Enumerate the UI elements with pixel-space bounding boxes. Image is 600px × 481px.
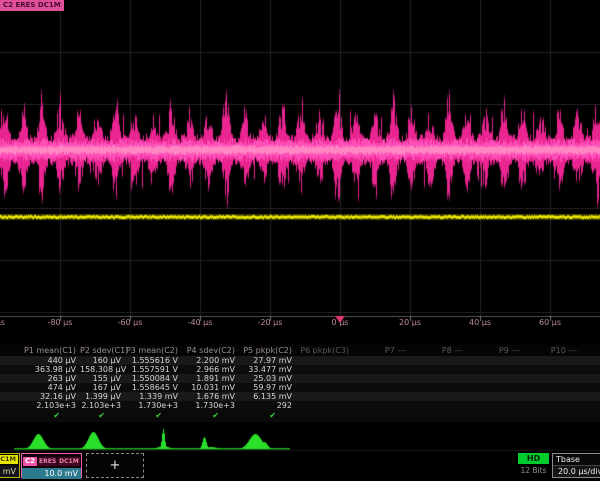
param-value-cell: 1.558645 V bbox=[125, 383, 182, 392]
hd-mode-badge[interactable]: HD bbox=[518, 453, 549, 464]
time-tick-label: -100 µs bbox=[0, 318, 5, 327]
table-row: 363.98 µV158.308 µV1.557591 V2.966 mV33.… bbox=[0, 365, 600, 374]
table-row: 440 µV160 µV1.555616 V2.200 mV27.97 mV bbox=[0, 356, 600, 365]
param-value-cell: 155 µV bbox=[80, 374, 125, 383]
time-tick-label: -60 µs bbox=[118, 318, 143, 327]
time-tick-label: -40 µs bbox=[188, 318, 213, 327]
timebase-descriptor[interactable]: Tbase 20.0 µs/div bbox=[552, 453, 600, 478]
channel-c1-descriptor[interactable]: DC1M 10.0 mV bbox=[0, 453, 20, 478]
param-value-cell: 2.103e+3 bbox=[0, 401, 80, 410]
param-header[interactable]: P9 --- bbox=[467, 345, 524, 356]
param-value-cell: 440 µV bbox=[0, 356, 80, 365]
param-value-cell: 59.97 mV bbox=[239, 383, 296, 392]
time-tick-label: 20 µs bbox=[399, 318, 421, 327]
param-value-cell: 33.477 mV bbox=[239, 365, 296, 374]
param-value-cell: 474 µV bbox=[0, 383, 80, 392]
param-value-cell: 1.550084 V bbox=[125, 374, 182, 383]
table-row: P1 mean(C1)P2 sdev(C1)P3 mean(C2)P4 sdev… bbox=[0, 345, 600, 356]
param-value-cell: 1.676 mV bbox=[182, 392, 239, 401]
table-row: 2.103e+32.103e+31.730e+31.730e+3292 bbox=[0, 401, 600, 410]
param-header[interactable]: P8 --- bbox=[410, 345, 467, 356]
table-row: 474 µV167 µV1.558645 V10.031 mV59.97 mV bbox=[0, 383, 600, 392]
param-value-cell: 32.16 µV bbox=[0, 392, 80, 401]
time-tick-label: 40 µs bbox=[469, 318, 491, 327]
param-header[interactable]: P10 --- bbox=[524, 345, 581, 356]
hd-bits-label: 12 Bits bbox=[518, 466, 549, 475]
c2-coupling-badge: DC1M bbox=[58, 457, 80, 466]
c1-scale-value: 10.0 mV bbox=[0, 466, 19, 477]
timebase-label: Tbase bbox=[553, 454, 600, 466]
param-value-cell: 27.97 mV bbox=[239, 356, 296, 365]
param-value-cell: 25.03 mV bbox=[239, 374, 296, 383]
param-value-cell: 10.031 mV bbox=[182, 383, 239, 392]
param-header[interactable]: P5 pkpk(C2) bbox=[239, 345, 296, 356]
param-value-cell: 1.399 µV bbox=[80, 392, 125, 401]
param-value-cell: 2.103e+3 bbox=[80, 401, 125, 410]
param-value-cell: 158.308 µV bbox=[80, 365, 125, 374]
timebase-value: 20.0 µs/div bbox=[553, 466, 600, 477]
param-header[interactable]: P1 mean(C1) bbox=[0, 345, 80, 356]
param-value-cell: 292 bbox=[239, 401, 296, 410]
c2-coupling-row: C2 ERES DC1M bbox=[22, 454, 81, 468]
param-value-cell: 263 µV bbox=[0, 374, 80, 383]
param-value-cell: 363.98 µV bbox=[0, 365, 80, 374]
param-value-cell: 1.730e+3 bbox=[182, 401, 239, 410]
param-status-check: ✔ bbox=[80, 410, 125, 422]
param-header[interactable]: P3 mean(C2) bbox=[125, 345, 182, 356]
param-value-cell: 167 µV bbox=[80, 383, 125, 392]
param-header[interactable]: P11 bbox=[581, 345, 600, 356]
table-row: 32.16 µV1.399 µV1.339 mV1.676 mV6.135 mV bbox=[0, 392, 600, 401]
table-row: 263 µV155 µV1.550084 V1.891 mV25.03 mV bbox=[0, 374, 600, 383]
param-status-check: ✔ bbox=[125, 410, 182, 422]
param-header[interactable]: P6 pkpk(C3) bbox=[296, 345, 353, 356]
time-tick-label: -20 µs bbox=[258, 318, 283, 327]
param-value-cell: 160 µV bbox=[80, 356, 125, 365]
param-value-cell: 1.730e+3 bbox=[125, 401, 182, 410]
channel-c2-descriptor[interactable]: C2 ERES DC1M 10.0 mV bbox=[21, 453, 82, 478]
param-value-cell: 1.891 mV bbox=[182, 374, 239, 383]
time-tick-label: 60 µs bbox=[539, 318, 561, 327]
param-value-cell: 1.557591 V bbox=[125, 365, 182, 374]
param-header[interactable]: P4 sdev(C2) bbox=[182, 345, 239, 356]
time-tick-label: 0 µs bbox=[332, 318, 349, 327]
param-value-cell: 1.555616 V bbox=[125, 356, 182, 365]
param-status-check: ✔ bbox=[182, 410, 239, 422]
measure-table[interactable]: P1 mean(C1)P2 sdev(C1)P3 mean(C2)P4 sdev… bbox=[0, 345, 600, 422]
c1-coupling-row: DC1M bbox=[0, 454, 19, 466]
time-tick-label: -80 µs bbox=[48, 318, 73, 327]
param-value-cell: 2.966 mV bbox=[182, 365, 239, 374]
c2-channel-badge: C2 bbox=[23, 457, 37, 466]
param-value-cell: 6.135 mV bbox=[239, 392, 296, 401]
param-value-cell: 2.200 mV bbox=[182, 356, 239, 365]
time-axis: -100 µs -80 µs -60 µs -40 µs -20 µs 0 µs 20 µs… bbox=[0, 318, 600, 330]
trace-label-badge: C2 ERES DC1M bbox=[0, 0, 64, 11]
param-header[interactable]: P2 sdev(C1) bbox=[80, 345, 125, 356]
param-status-check: ✔ bbox=[239, 410, 296, 422]
c2-scale-value: 10.0 mV bbox=[22, 468, 81, 479]
add-trace-button[interactable]: + bbox=[86, 453, 144, 478]
descriptor-bar: DC1M 10.0 mV C2 ERES DC1M 10.0 mV + HD 1… bbox=[0, 450, 600, 481]
table-row: ✔✔✔✔✔ bbox=[0, 410, 600, 422]
param-status-check: ✔ bbox=[0, 410, 80, 422]
c1-coupling-badge: DC1M bbox=[0, 455, 18, 464]
param-value-cell: 1.339 mV bbox=[125, 392, 182, 401]
c2-eres-badge: ERES bbox=[38, 457, 57, 466]
param-header[interactable]: P7 --- bbox=[353, 345, 410, 356]
